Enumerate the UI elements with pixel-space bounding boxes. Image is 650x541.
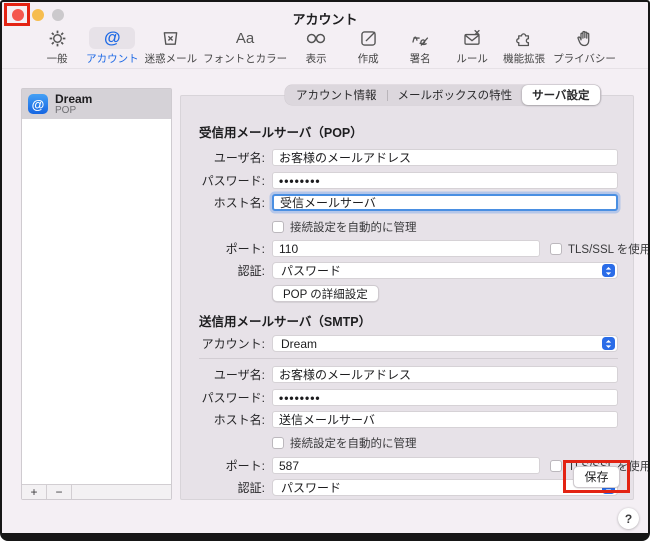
gear-icon <box>34 27 80 49</box>
mail-preferences-window: アカウント 一般 @ アカウント 迷惑メール <box>0 0 650 541</box>
smtp-hostname-label: ホスト名: <box>199 411 265 428</box>
pop-advanced-button[interactable]: POP の詳細設定 <box>272 285 379 302</box>
smtp-auto-manage-checkbox[interactable] <box>272 437 284 449</box>
toolbar-item-extensions[interactable]: 機能拡張 <box>501 27 547 66</box>
toolbar-label: 作成 <box>358 51 379 66</box>
account-list-area <box>22 119 171 484</box>
smtp-section-header: 送信用メールサーバ（SMTP） <box>199 311 618 330</box>
account-type: POP <box>55 105 92 116</box>
pop-tls-checkbox[interactable] <box>550 243 562 255</box>
account-tabs: アカウント情報 メールボックスの特性 サーバ設定 <box>285 85 601 105</box>
toolbar-label: フォントとカラー <box>203 51 287 66</box>
smtp-tls-checkbox[interactable] <box>550 460 562 472</box>
toolbar-label: 一般 <box>47 51 68 66</box>
toolbar-label: アカウント <box>86 51 139 66</box>
preferences-toolbar: 一般 @ アカウント 迷惑メール Aa フォントとカラー <box>2 27 648 69</box>
pop-auth-label: 認証: <box>199 262 265 279</box>
server-settings-pane: 受信用メールサーバ（POP） ユーザ名: パスワード: ホスト名: 接続設定を自… <box>180 95 634 500</box>
smtp-account-label: アカウント: <box>199 335 265 352</box>
pop-auto-manage-checkbox[interactable] <box>272 221 284 233</box>
add-account-button[interactable]: + <box>22 485 47 499</box>
toolbar-label: 表示 <box>306 51 327 66</box>
pop-username-label: ユーザ名: <box>199 149 265 166</box>
tab-mailbox-behaviors[interactable]: メールボックスの特性 <box>388 85 523 105</box>
toolbar-item-rules[interactable]: ルール <box>449 27 495 66</box>
hand-icon <box>561 27 607 49</box>
toolbar-item-junk[interactable]: 迷惑メール <box>145 27 198 66</box>
pop-section-header: 受信用メールサーバ（POP） <box>199 122 618 141</box>
toolbar-item-signatures[interactable]: 署名 <box>397 27 443 66</box>
remove-account-button[interactable]: − <box>47 485 72 499</box>
save-button[interactable]: 保存 <box>573 466 619 488</box>
smtp-auth-label: 認証: <box>199 479 265 496</box>
signature-icon <box>397 27 443 49</box>
rules-envelope-icon <box>449 27 495 49</box>
toolbar-label: プライバシー <box>553 51 616 66</box>
account-at-icon: @ <box>28 94 48 114</box>
pop-tls-label: TLS/SSL を使用 <box>568 241 650 257</box>
sidebar-bottom-bar: + − <box>22 484 171 499</box>
stepper-icon <box>602 337 615 350</box>
pop-auth-dropdown[interactable]: パスワード <box>272 262 618 279</box>
at-icon: @ <box>89 27 135 49</box>
toolbar-item-privacy[interactable]: プライバシー <box>553 27 616 66</box>
smtp-divider <box>199 358 618 359</box>
fonts-icon: Aa <box>222 27 268 49</box>
stepper-icon <box>602 264 615 277</box>
pop-hostname-input[interactable] <box>272 194 618 211</box>
sidebar-item-account[interactable]: @ Dream POP <box>22 89 171 119</box>
toolbar-label: 署名 <box>410 51 431 66</box>
pop-hostname-label: ホスト名: <box>199 194 265 211</box>
smtp-password-label: パスワード: <box>199 389 265 406</box>
smtp-port-input[interactable] <box>272 457 540 474</box>
save-annotation-box: 保存 <box>563 460 630 493</box>
title-bar: アカウント <box>2 2 648 29</box>
toolbar-item-accounts[interactable]: @ アカウント <box>86 27 139 66</box>
toolbar-label: 迷惑メール <box>145 51 198 66</box>
smtp-account-dropdown[interactable]: Dream <box>272 335 618 352</box>
smtp-auth-value: パスワード <box>281 479 341 496</box>
account-name: Dream <box>55 93 92 105</box>
smtp-username-input[interactable] <box>272 366 618 383</box>
smtp-port-label: ポート: <box>199 457 265 474</box>
toolbar-label: 機能拡張 <box>503 51 545 66</box>
smtp-account-value: Dream <box>281 337 317 351</box>
window-title: アカウント <box>2 9 648 28</box>
pop-port-label: ポート: <box>199 240 265 257</box>
pop-port-input[interactable] <box>272 240 540 257</box>
tab-account-info[interactable]: アカウント情報 <box>286 85 387 105</box>
smtp-auto-manage-label: 接続設定を自動的に管理 <box>290 435 417 451</box>
compose-icon <box>345 27 391 49</box>
toolbar-item-fonts-colors[interactable]: Aa フォントとカラー <box>203 27 287 66</box>
toolbar-item-viewing[interactable]: 表示 <box>293 27 339 66</box>
smtp-username-label: ユーザ名: <box>199 366 265 383</box>
smtp-hostname-input[interactable] <box>272 411 618 428</box>
help-button[interactable]: ? <box>618 508 639 529</box>
pop-auto-manage-label: 接続設定を自動的に管理 <box>290 219 417 235</box>
toolbar-item-composing[interactable]: 作成 <box>345 27 391 66</box>
smtp-password-input[interactable] <box>272 389 618 406</box>
junk-mail-icon <box>148 27 194 49</box>
pop-password-input[interactable] <box>272 172 618 189</box>
glasses-icon <box>293 27 339 49</box>
pop-auth-value: パスワード <box>281 262 341 279</box>
pop-password-label: パスワード: <box>199 172 265 189</box>
pop-username-input[interactable] <box>272 149 618 166</box>
toolbar-item-general[interactable]: 一般 <box>34 27 80 66</box>
toolbar-label: ルール <box>456 51 488 66</box>
accounts-sidebar: @ Dream POP + − <box>21 88 172 500</box>
puzzle-icon <box>501 27 547 49</box>
tab-server-settings[interactable]: サーバ設定 <box>522 85 599 105</box>
